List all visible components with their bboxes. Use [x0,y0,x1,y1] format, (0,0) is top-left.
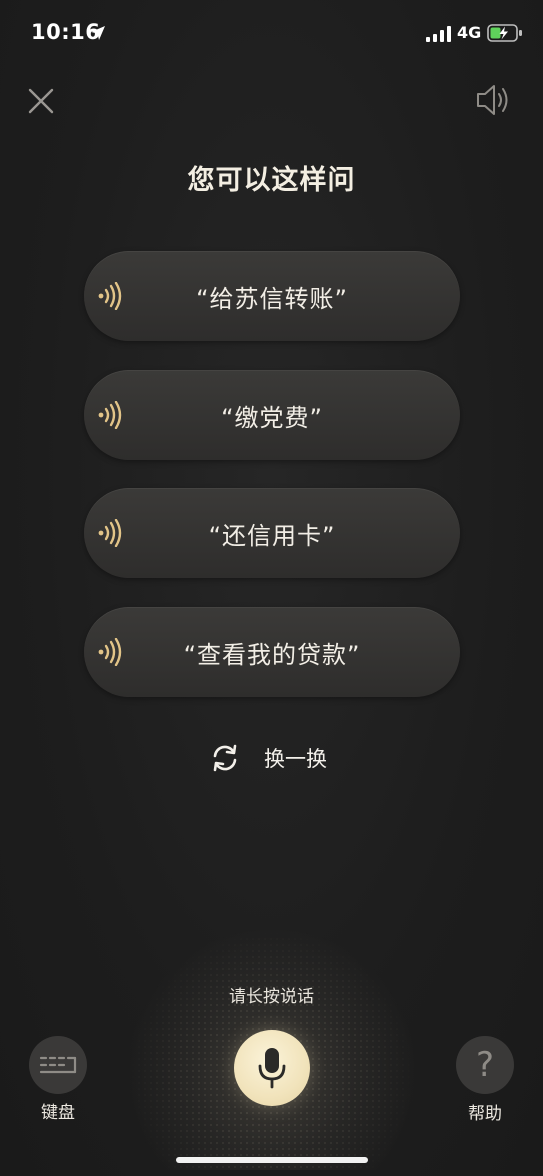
keyboard-button[interactable] [29,1036,87,1094]
question-mark-icon: ? [475,1045,495,1085]
suggestion-credit-card[interactable]: “还信用卡” [84,488,460,578]
refresh-icon [213,744,237,772]
speaker-icon [477,85,508,115]
page-title: 您可以这样问 [187,165,356,196]
suggestion-text: “还信用卡” [208,521,336,550]
battery-charging-icon [487,24,522,42]
speaker-button[interactable] [474,82,512,118]
close-button[interactable] [24,84,58,118]
home-indicator[interactable] [176,1157,368,1163]
cellular-signal-icon [426,26,451,42]
refresh-button[interactable]: 换一换 [206,738,342,778]
microphone-icon [258,1048,286,1089]
suggestion-transfer[interactable]: “给苏信转账” [84,251,460,341]
suggestion-text: “给苏信转账” [196,284,348,313]
keyboard-icon [39,1056,77,1074]
refresh-label: 换一换 [264,747,327,771]
voice-assistant-screen: 10:16 4G 您可以这样问 “给苏信转账” “缴党费” “还信用卡” “查看… [0,0,543,1176]
location-arrow-icon [91,26,105,40]
microphone-button[interactable] [234,1030,310,1106]
suggestion-loans[interactable]: “查看我的贷款” [84,607,460,697]
network-type: 4G [457,23,482,42]
press-to-talk-hint: 请长按说话 [229,987,314,1007]
status-bar: 10:16 4G [0,0,543,66]
suggestion-text: “缴党费” [221,403,323,432]
suggestion-text: “查看我的贷款” [183,640,361,669]
keyboard-label: 键盘 [41,1103,75,1123]
suggestion-party-fee[interactable]: “缴党费” [84,370,460,460]
help-label: 帮助 [468,1104,502,1124]
close-icon [28,88,54,114]
help-button[interactable]: ? [456,1036,514,1094]
